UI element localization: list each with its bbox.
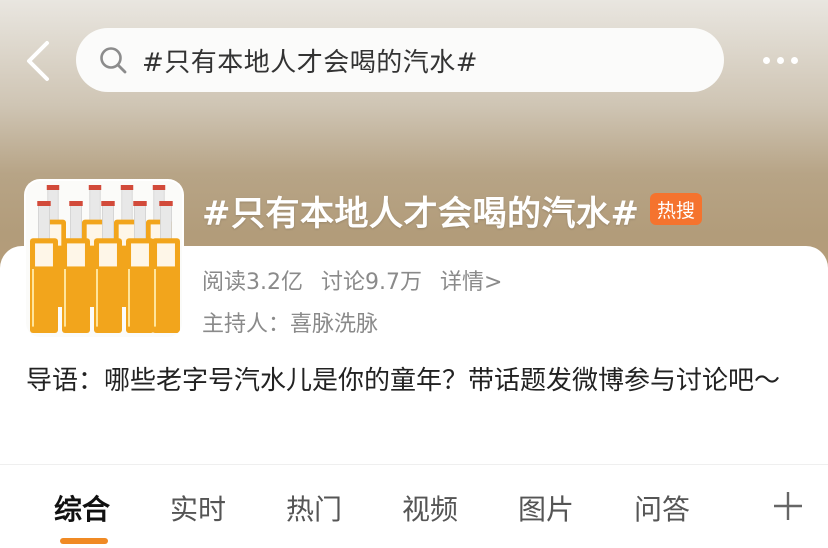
plus-icon [774,492,802,520]
tab-images[interactable]: 图片 [518,488,574,528]
more-dots-icon [762,56,770,64]
tab-realtime[interactable]: 实时 [170,488,226,528]
hot-badge: 热搜 [650,193,702,225]
more-dots-icon [776,56,784,64]
chevron-left-icon [27,41,49,81]
more-options-button[interactable] [750,44,810,76]
topic-title: #只有本地人才会喝的汽水# [202,194,640,234]
add-tab-button[interactable] [770,488,806,524]
topic-host: 主持人： 喜脉洗脉 [202,306,378,338]
tab-video[interactable]: 视频 [402,488,458,528]
search-icon [96,43,130,77]
back-button[interactable] [18,36,58,86]
tab-bar: 综合 实时 热门 视频 图片 问答 [0,478,828,548]
details-link[interactable]: 详情> [440,264,502,296]
active-tab-indicator [60,538,108,544]
divider [0,464,828,465]
topic-intro: 导语：哪些老字号汽水儿是你的童年？带话题发微博参与讨论吧～ [26,366,781,396]
tab-hot[interactable]: 热门 [286,488,342,528]
discussion-count: 讨论9.7万 [321,270,422,295]
topic-cover-image [26,181,182,337]
host-name[interactable]: 喜脉洗脉 [290,306,378,338]
tab-comprehensive[interactable]: 综合 [54,488,110,528]
tab-qa[interactable]: 问答 [634,488,690,528]
topic-stats: 阅读3.2亿 讨论9.7万 详情> [202,264,502,296]
host-label: 主持人： [202,312,291,337]
more-dots-icon [790,56,798,64]
read-count: 阅读3.2亿 [202,270,303,295]
search-query-text: #只有本地人才会喝的汽水# [142,47,479,78]
search-bar[interactable]: #只有本地人才会喝的汽水# [76,28,724,92]
